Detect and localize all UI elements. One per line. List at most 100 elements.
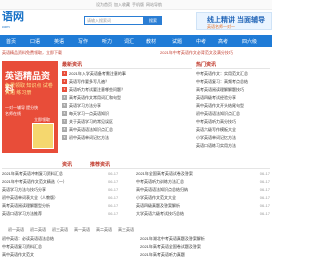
tab-grade12[interactable]: 高三英语 — [118, 227, 134, 233]
ticker-left[interactable]: 英语精品资料免费领取，立即下载 — [2, 50, 62, 56]
ticker: 英语精品资料免费领取，立即下载 2021年中考英语作文必背范文及满分技巧 — [0, 49, 272, 57]
list-item[interactable]: 高中英语作文开头结尾句型 — [196, 103, 270, 111]
table-row: 2021年高考英语冲刺复习资料汇总 06-17 2021年全国高考英语试卷及答案… — [2, 171, 270, 178]
nav-item-exams[interactable]: 试题 — [172, 38, 182, 45]
row-date: 06-17 — [108, 203, 119, 208]
row-date: 06-17 — [259, 171, 270, 176]
table-row: 英语学习方法与技巧分享 06-17 高中英语语法知识点总结归纳 06-17 — [2, 187, 270, 194]
nav-item-vocab[interactable]: 词汇 — [124, 38, 134, 45]
tab-grade11[interactable]: 高二英语 — [96, 227, 112, 233]
list-item[interactable]: 英语六级写作模板大全 — [196, 127, 270, 135]
row-date: 06-17 — [108, 195, 119, 200]
nav-item-speaking[interactable]: 口语 — [30, 38, 40, 45]
header-banner-ad[interactable]: 线上精讲 当面辅导 英语名师一对一 — [196, 12, 272, 30]
section2-right-title: 推荐资讯 — [90, 162, 111, 168]
rank-badge: 2 — [62, 79, 67, 85]
table-row: 英语口语学习方法推荐 06-17 大学英语六级考试技巧总结 06-17 — [2, 211, 270, 218]
hot-list: 中考英语作文：实用范文汇总 中考英语复习：高频考点总结 高考英语阅读理解解题技巧… — [196, 71, 270, 151]
row-link[interactable]: 英语口语学习方法推荐 — [2, 211, 42, 217]
list-item[interactable]: 8 高中英语语法知识点汇总 — [62, 127, 192, 135]
row-link[interactable]: 英语学习方法与技巧分享 — [2, 187, 46, 193]
topbar-link-mobile[interactable]: 手机版 — [132, 2, 144, 8]
nav-item-cet[interactable]: 四六级 — [242, 38, 257, 45]
topbar-link-sitemap[interactable]: 网站导航 — [146, 2, 162, 8]
row-date: 06-17 — [259, 195, 270, 200]
list-item[interactable]: 高考英语阅读理解解题技巧 — [196, 87, 270, 95]
list-item[interactable]: 中考英语复习：高频考点总结 — [196, 79, 270, 87]
list-item[interactable]: 2 英语写作要多写几遍？ — [62, 79, 192, 87]
foot-link[interactable]: 2021年高考英语全国卷试题及答案 — [140, 244, 201, 250]
main-nav: 首页 口语 英语 写作 听力 词汇 教材 试题 中考 高考 四六级 — [0, 35, 272, 47]
search-button[interactable]: 搜索 — [144, 16, 162, 25]
nav-item-zhongkao[interactable]: 中考 — [196, 38, 206, 45]
nav-item-listening[interactable]: 听力 — [102, 38, 112, 45]
row-link[interactable]: 2021年全国高考英语试卷及答案 — [136, 171, 193, 177]
table-row: 2021年中考英语作文范文精选（一） 06-17 中考英语听力训练方法汇总 06… — [2, 179, 270, 186]
rank-badge: 6 — [62, 111, 67, 117]
hot-title: 热门资讯 — [196, 62, 217, 68]
foot-link[interactable]: 2021年湖北中考英语真题及答案解析 — [140, 236, 205, 242]
list-item[interactable]: 5 英语学习方法分享 — [62, 103, 192, 111]
latest-title: 最新资讯 — [62, 62, 83, 68]
foot-link[interactable]: 中考英语复习资料汇总 — [2, 244, 42, 250]
list-item[interactable]: 中考英语作文：实用范文汇总 — [196, 71, 270, 79]
nav-item-home[interactable]: 首页 — [6, 38, 16, 45]
rank-badge: 5 — [62, 103, 67, 109]
row-link[interactable]: 2021年中考英语作文范文精选（一） — [2, 179, 67, 185]
ticker-right[interactable]: 2021年中考英语作文必背范文及满分技巧 — [160, 50, 233, 56]
row-link[interactable]: 初中英语单词表大全（人教版） — [2, 195, 58, 201]
table-row: 初中英语单词表大全（人教版） 06-17 小学英语作文范文大全 06-17 — [2, 195, 270, 202]
site-logo[interactable]: 语网 — [2, 12, 24, 23]
table-row: 高考英语阅读理解题型分析 06-17 英语四级真题及答案解析 06-17 — [2, 203, 270, 210]
row-date: 06-17 — [108, 211, 119, 216]
tab-grade7[interactable]: 初一英语 — [8, 227, 24, 233]
foot-link[interactable]: 高中英语作文范文 — [2, 252, 34, 258]
rank-badge: 8 — [62, 127, 67, 133]
rank-badge: 7 — [62, 119, 67, 125]
row-date: 06-17 — [108, 171, 119, 176]
row-date: 06-17 — [108, 179, 119, 184]
row-date: 06-17 — [108, 187, 119, 192]
row-link[interactable]: 大学英语六级考试技巧总结 — [136, 211, 184, 217]
nav-item-english[interactable]: 英语 — [54, 38, 64, 45]
list-item[interactable]: 9 初中英语单词记忆方法 — [62, 135, 192, 143]
row-link[interactable]: 高中英语语法知识点总结归纳 — [136, 187, 188, 193]
tab-grade9[interactable]: 初三英语 — [52, 227, 68, 233]
list-item[interactable]: 英语口语练习实用方法 — [196, 143, 270, 151]
list-item[interactable]: 小学英语单词记忆方法 — [196, 135, 270, 143]
list-item[interactable]: 1 2021年入学英语备考需注意的事 — [62, 71, 192, 79]
list-item[interactable]: 6 每天学习一点英语知识 — [62, 111, 192, 119]
topbar-link-favorite[interactable]: 加入收藏 — [114, 2, 130, 8]
site-logo-sub: com — [2, 24, 10, 29]
latest-list: 1 2021年入学英语备考需注意的事 2 英语写作要多写几遍？ 3 英语听力考试要注意… — [62, 71, 192, 143]
list-item[interactable]: 3 英语听力考试要注意哪些问题？ — [62, 87, 192, 95]
list-item[interactable]: 4 高考英语作文常用词汇和句型 — [62, 95, 192, 103]
search-input[interactable]: 请输入搜索词 — [84, 16, 144, 25]
nav-item-textbook[interactable]: 教材 — [146, 38, 156, 45]
list-item[interactable]: 中考英语听力高分技巧 — [196, 119, 270, 127]
rank-badge: 9 — [62, 135, 67, 141]
topbar-link-home[interactable]: 设为首页 — [96, 2, 112, 8]
latest-divider — [62, 68, 192, 69]
promo-ad[interactable]: 英语精品资料 免费领取 知识点 试卷 真题 练习册 一对一辅导 提分快 名师在线… — [2, 61, 58, 153]
top-bar: 设为首页 加入收藏 手机版 网站导航 — [0, 0, 272, 10]
promo-sub: 免费领取 知识点 试卷 真题 练习册 — [5, 83, 53, 96]
list-item[interactable]: 初中英语语法知识点汇总 — [196, 111, 270, 119]
foot-link[interactable]: 2021年高考英语听力真题 — [140, 252, 185, 258]
row-link[interactable]: 英语四级真题及答案解析 — [136, 203, 180, 209]
row-link[interactable]: 高考英语阅读理解题型分析 — [2, 203, 50, 209]
row-link[interactable]: 2021年高考英语冲刺复习资料汇总 — [2, 171, 63, 177]
foot-link[interactable]: 初中英语：必读英语语法总结 — [2, 236, 54, 242]
row-link[interactable]: 小学英语作文范文大全 — [136, 195, 176, 201]
rank-badge: 4 — [62, 95, 67, 101]
tab-grade8[interactable]: 初二英语 — [30, 227, 46, 233]
list-item[interactable]: 7 关于英语学习的常见误区 — [62, 119, 192, 127]
nav-item-writing[interactable]: 写作 — [78, 38, 88, 45]
row-link[interactable]: 中考英语听力训练方法汇总 — [136, 179, 184, 185]
row-date: 06-17 — [259, 203, 270, 208]
nav-item-gaokao[interactable]: 高考 — [218, 38, 228, 45]
section2-left-title: 资讯 — [62, 162, 73, 168]
list-item[interactable]: 英语四级考试经验分享 — [196, 95, 270, 103]
rank-badge: 1 — [62, 71, 67, 77]
tab-grade10[interactable]: 高一英语 — [74, 227, 90, 233]
